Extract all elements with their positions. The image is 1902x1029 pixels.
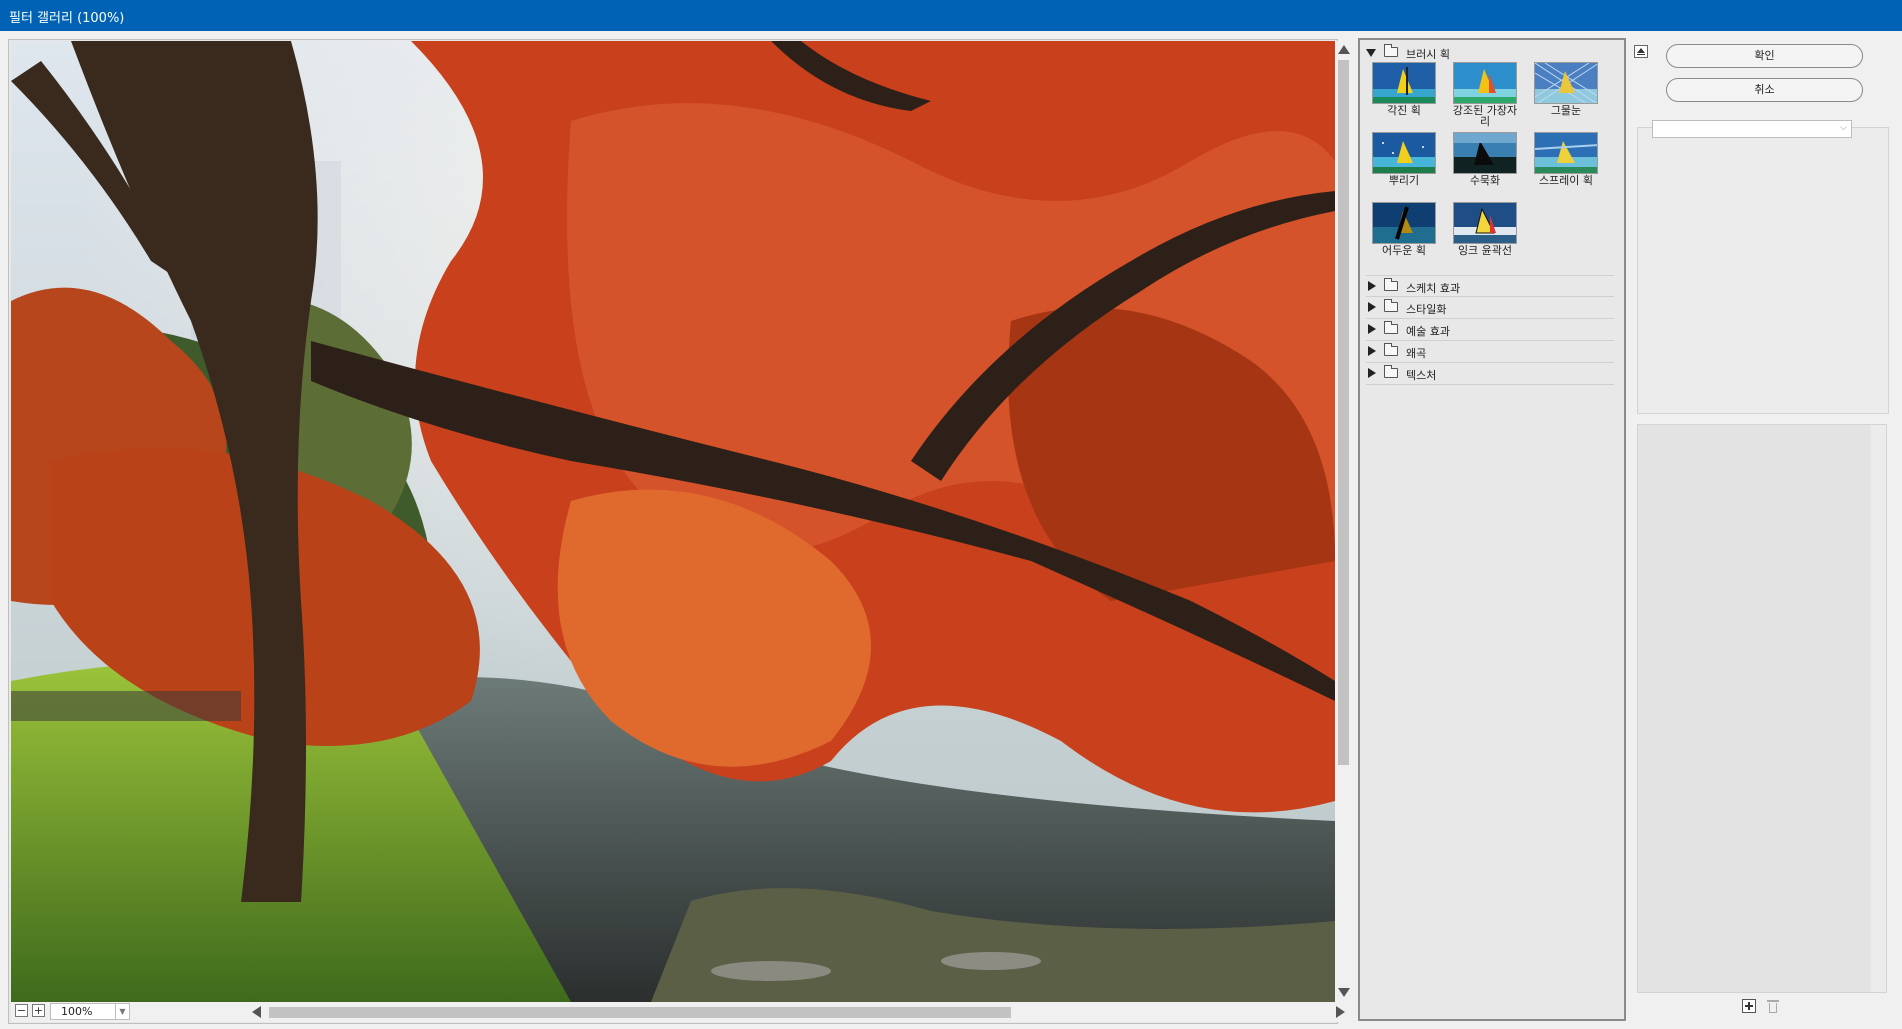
- filter-list-panel: 브러시 획 각진 획 강조된 가장자리 그물눈 뿌리기 수묵화 스프레이 획 어…: [1358, 38, 1626, 1021]
- filter-category-label: 스케치 효과: [1406, 282, 1461, 295]
- filter-thumb-spatter[interactable]: 뿌리기: [1368, 132, 1440, 202]
- expand-triangle-icon[interactable]: [1368, 302, 1376, 312]
- scroll-left-arrow-icon[interactable]: [252, 1006, 261, 1018]
- filter-label: 수묵화: [1469, 174, 1501, 187]
- filter-thumbnail: [1372, 62, 1436, 104]
- filter-thumbnail: [1372, 132, 1436, 174]
- filter-thumbnail: [1453, 62, 1517, 104]
- zoom-level-value: 100%: [61, 1005, 93, 1018]
- filter-label: 잉크 윤곽선: [1457, 244, 1513, 257]
- autumn-maple-photo: [11, 41, 1335, 1002]
- filter-thumb-sumi-e[interactable]: 수묵화: [1449, 132, 1521, 202]
- expand-triangle-icon[interactable]: [1368, 346, 1376, 356]
- new-effect-layer-icon[interactable]: [1742, 999, 1756, 1013]
- filter-select-dropdown[interactable]: ⌵: [1652, 120, 1852, 138]
- vertical-scrollbar[interactable]: [1335, 41, 1352, 1002]
- zoom-level-select[interactable]: 100% ▼: [50, 1003, 130, 1020]
- filter-thumb-crosshatch[interactable]: 그물눈: [1530, 62, 1602, 132]
- filter-label: 각진 획: [1387, 104, 1421, 117]
- horizontal-scrollbar[interactable]: [247, 1004, 1352, 1020]
- ok-button[interactable]: 확인: [1666, 44, 1863, 68]
- expand-triangle-icon[interactable]: [1366, 49, 1376, 57]
- preview-image[interactable]: [11, 41, 1335, 1002]
- chevron-down-icon: ⌵: [1840, 123, 1847, 133]
- scroll-up-arrow-icon[interactable]: [1338, 45, 1350, 54]
- trash-can: [1769, 1003, 1777, 1013]
- collapse-panel-icon[interactable]: [1634, 45, 1648, 58]
- filter-label: 강조된 가장자리: [1452, 104, 1518, 128]
- scroll-down-arrow-icon[interactable]: [1338, 988, 1350, 997]
- filter-label: 스프레이 획: [1538, 174, 1594, 187]
- filter-thumb-sprayed-strokes[interactable]: 스프레이 획: [1530, 132, 1602, 202]
- filter-category-label: 스타일화: [1406, 303, 1447, 316]
- filter-category-artistic[interactable]: 예술 효과: [1366, 319, 1614, 341]
- filter-thumbnail: [1372, 202, 1436, 244]
- filter-label: 뿌리기: [1388, 174, 1420, 187]
- filter-category-sketch[interactable]: 스케치 효과: [1366, 275, 1614, 297]
- scroll-right-arrow-icon[interactable]: [1336, 1006, 1345, 1018]
- filter-category-brush-strokes[interactable]: 브러시 획: [1366, 42, 1614, 64]
- trash-lid: [1767, 1000, 1779, 1002]
- filter-category-texture[interactable]: 텍스처: [1366, 363, 1614, 385]
- filter-thumbnail: [1534, 132, 1598, 174]
- vertical-scroll-thumb[interactable]: [1338, 60, 1349, 765]
- filter-category-label: 텍스처: [1406, 369, 1437, 382]
- filter-thumbnail: [1534, 62, 1598, 104]
- zoom-in-button[interactable]: +: [32, 1004, 45, 1017]
- cancel-button[interactable]: 취소: [1666, 78, 1863, 102]
- window-title: 필터 갤러리 (100%): [9, 11, 125, 26]
- filter-thumb-dark-strokes[interactable]: 어두운 획: [1368, 202, 1440, 272]
- filter-category-label: 예술 효과: [1406, 325, 1450, 338]
- filter-category-distort[interactable]: 왜곡: [1366, 341, 1614, 363]
- filter-thumbnail: [1453, 132, 1517, 174]
- folder-icon: [1384, 299, 1398, 312]
- filter-thumb-angled-strokes[interactable]: 각진 획: [1368, 62, 1440, 132]
- horizontal-scroll-thumb[interactable]: [269, 1007, 1011, 1018]
- delete-effect-layer-icon[interactable]: [1767, 999, 1779, 1013]
- filter-label: 어두운 획: [1382, 244, 1426, 257]
- expand-triangle-icon[interactable]: [1368, 281, 1376, 291]
- filter-thumb-ink-outlines[interactable]: 잉크 윤곽선: [1449, 202, 1521, 272]
- folder-icon: [1384, 343, 1398, 356]
- filter-thumbnail: [1453, 202, 1517, 244]
- title-bar: 필터 갤러리 (100%): [0, 0, 1902, 31]
- filter-category-label: 브러시 획: [1406, 48, 1450, 61]
- expand-triangle-icon[interactable]: [1368, 324, 1376, 334]
- folder-icon: [1384, 365, 1398, 378]
- chevron-down-icon: ▼: [115, 1004, 129, 1019]
- effect-layers-list[interactable]: [1638, 425, 1870, 992]
- filter-label: 그물눈: [1550, 104, 1582, 117]
- expand-triangle-icon[interactable]: [1368, 368, 1376, 378]
- preview-zoom-bar: − + 100% ▼: [11, 1002, 1352, 1022]
- filter-settings-panel: [1637, 127, 1889, 414]
- folder-icon: [1384, 44, 1398, 57]
- folder-icon: [1384, 321, 1398, 334]
- filter-thumb-accented-edges[interactable]: 강조된 가장자리: [1449, 62, 1521, 132]
- filter-category-label: 왜곡: [1406, 347, 1427, 360]
- folder-icon: [1384, 278, 1398, 291]
- filter-category-stylize[interactable]: 스타일화: [1366, 297, 1614, 319]
- effect-layers-scrollbar[interactable]: [1871, 425, 1886, 992]
- zoom-out-button[interactable]: −: [15, 1004, 28, 1017]
